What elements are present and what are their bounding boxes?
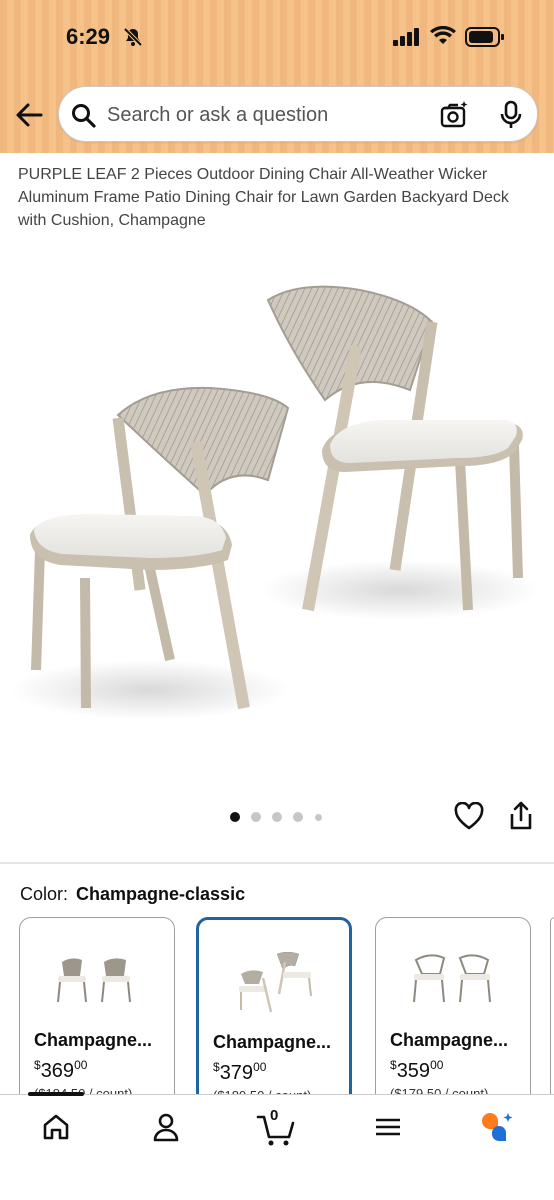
- variant-card[interactable]: Champagne... $36900 ($184.50 / count): [19, 917, 175, 1117]
- variant-name: Champagne...: [213, 1032, 332, 1052]
- bottom-nav: 0: [0, 1092, 554, 1200]
- carousel-dot[interactable]: [272, 812, 282, 822]
- variant-name: Champagne...: [390, 1030, 509, 1050]
- variant-card-selected[interactable]: Champagne... $37900 ($189.50 / count): [196, 917, 352, 1117]
- carousel-dot[interactable]: [315, 814, 322, 821]
- product-title: PURPLE LEAF 2 Pieces Outdoor Dining Chai…: [18, 166, 509, 229]
- app-header: 6:29 Search or ask a question: [0, 0, 554, 153]
- menu-icon[interactable]: [372, 1111, 412, 1147]
- heart-icon[interactable]: [454, 801, 484, 835]
- carousel-dot[interactable]: [251, 812, 261, 822]
- variant-price: $36900: [34, 1058, 88, 1082]
- rufus-icon[interactable]: [478, 1111, 518, 1147]
- product-image[interactable]: [0, 260, 554, 780]
- search-icon: [71, 103, 97, 134]
- image-carousel-dots[interactable]: [230, 812, 330, 824]
- wifi-icon: [430, 25, 456, 51]
- bell-muted-icon: [122, 26, 144, 53]
- battery-icon: [465, 27, 505, 52]
- search-input[interactable]: Search or ask a question: [107, 104, 328, 127]
- signal-icon: [393, 28, 421, 51]
- color-selection: Color: Champagne-classic: [20, 884, 245, 905]
- mic-icon[interactable]: [499, 100, 523, 135]
- variant-card-partial[interactable]: [550, 917, 554, 1117]
- cart-icon[interactable]: 0: [256, 1107, 300, 1147]
- cart-count: 0: [270, 1107, 279, 1124]
- variant-price: $35900: [390, 1058, 444, 1082]
- status-bar: 6:29: [0, 24, 554, 54]
- home-icon[interactable]: [40, 1111, 80, 1147]
- variant-thumbnail: [239, 952, 312, 1013]
- variant-price: $37900: [213, 1060, 267, 1084]
- carousel-dot[interactable]: [293, 812, 303, 822]
- variant-card[interactable]: Champagne... $35900 ($179.50 / count): [375, 917, 531, 1117]
- camera-icon[interactable]: [439, 100, 469, 135]
- search-bar[interactable]: Search or ask a question: [58, 86, 538, 142]
- active-tab-indicator: [28, 1092, 84, 1096]
- color-label: Color:: [20, 884, 69, 904]
- section-divider: [0, 862, 554, 864]
- share-icon[interactable]: [508, 800, 534, 837]
- account-icon[interactable]: [150, 1111, 190, 1147]
- back-arrow-icon[interactable]: [14, 102, 44, 128]
- status-time: 6:29: [66, 24, 111, 49]
- variant-thumbnail: [413, 954, 491, 1003]
- variant-name: Champagne...: [34, 1030, 153, 1050]
- carousel-dot[interactable]: [230, 812, 240, 822]
- variant-thumbnail: [57, 958, 131, 1003]
- color-value: Champagne-classic: [76, 884, 246, 904]
